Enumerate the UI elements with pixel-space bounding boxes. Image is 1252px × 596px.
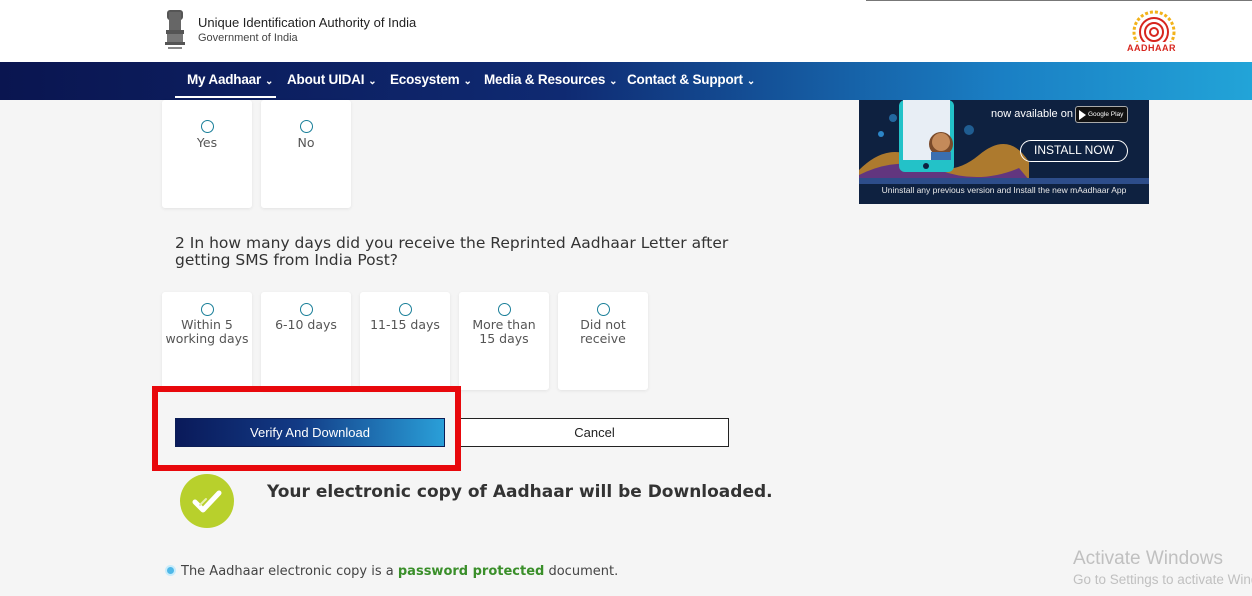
option-label: Within 5 working days xyxy=(165,317,249,346)
maadhaar-app-banner[interactable]: now available on Google Play INSTALL NOW… xyxy=(859,100,1149,204)
option-label: More than 15 days xyxy=(472,317,536,346)
option-more-than-15-days[interactable]: More than 15 days xyxy=(459,292,549,390)
chevron-down-icon: ⌄ xyxy=(609,76,618,87)
info-bullet-icon xyxy=(165,565,176,576)
chevron-down-icon: ⌄ xyxy=(746,76,756,87)
radio-button[interactable] xyxy=(201,303,214,316)
org-name: Unique Identification Authority of India xyxy=(198,15,417,30)
nav-item-contact-support[interactable]: Contact & Support ⌄ xyxy=(627,62,755,100)
chevron-down-icon: ⌄ xyxy=(265,76,274,87)
nav-active-indicator xyxy=(175,96,276,98)
activate-windows-subtitle: Go to Settings to activate Windows. xyxy=(1073,572,1252,587)
download-message: Your electronic copy of Aadhaar will be … xyxy=(267,482,773,502)
radio-button[interactable] xyxy=(597,303,610,316)
radio-button[interactable] xyxy=(201,120,214,133)
chevron-down-icon: ⌄ xyxy=(463,76,472,87)
option-within-5-days[interactable]: Within 5 working days xyxy=(162,292,252,390)
aadhaar-logo-text: AADHAAR xyxy=(1127,43,1176,53)
nav-label: Media & Resources xyxy=(484,72,606,87)
option-label: Yes xyxy=(196,135,218,150)
password-info-text: The Aadhaar electronic copy is a passwor… xyxy=(181,564,619,579)
success-check-icon xyxy=(180,474,234,528)
option-did-not-receive[interactable]: Did not receive xyxy=(558,292,648,390)
nav-item-my-aadhaar[interactable]: My Aadhaar ⌄ xyxy=(187,62,273,100)
chevron-down-icon: ⌄ xyxy=(368,76,377,87)
option-label: Did not receive xyxy=(580,317,626,346)
option-label: No xyxy=(297,135,315,150)
nav-label: Contact & Support xyxy=(627,72,743,87)
nav-item-ecosystem[interactable]: Ecosystem ⌄ xyxy=(390,62,472,100)
question-text: 2 In how many days did you receive the R… xyxy=(175,234,729,269)
site-header: Unique Identification Authority of India… xyxy=(0,0,1252,62)
google-play-badge[interactable]: Google Play xyxy=(1075,106,1128,123)
nav-label: About UIDAI xyxy=(287,72,365,87)
cancel-button[interactable]: Cancel xyxy=(460,418,729,447)
org-subtitle: Government of India xyxy=(198,32,298,44)
header-divider xyxy=(866,0,1252,1)
available-on-text: now available on xyxy=(991,108,1073,120)
banner-note: Uninstall any previous version and Insta… xyxy=(881,185,1127,195)
option-no[interactable]: No xyxy=(261,100,351,208)
option-11-15-days[interactable]: 11-15 days xyxy=(360,292,450,390)
nav-label: Ecosystem xyxy=(390,72,460,87)
national-emblem-icon xyxy=(165,10,185,49)
password-protected-text: password protected xyxy=(397,564,545,579)
activate-windows-title: Activate Windows xyxy=(1073,548,1223,569)
radio-button[interactable] xyxy=(498,303,511,316)
main-nav: My Aadhaar ⌄ About UIDAI ⌄ Ecosystem ⌄ Medi… xyxy=(0,62,1252,100)
nav-item-media-resources[interactable]: Media & Resources ⌄ xyxy=(484,62,618,100)
option-6-10-days[interactable]: 6-10 days xyxy=(261,292,351,390)
highlight-annotation-box xyxy=(152,386,461,471)
play-store-icon xyxy=(1079,110,1086,120)
nav-label: My Aadhaar xyxy=(187,72,262,87)
option-label: 6-10 days xyxy=(275,317,337,332)
radio-button[interactable] xyxy=(399,303,412,316)
option-label: 11-15 days xyxy=(370,317,440,332)
radio-button[interactable] xyxy=(300,303,313,316)
install-now-button[interactable]: INSTALL NOW xyxy=(1020,140,1128,162)
radio-button[interactable] xyxy=(300,120,313,133)
option-yes[interactable]: Yes xyxy=(162,100,252,208)
nav-item-about-uidai[interactable]: About UIDAI ⌄ xyxy=(287,62,377,100)
